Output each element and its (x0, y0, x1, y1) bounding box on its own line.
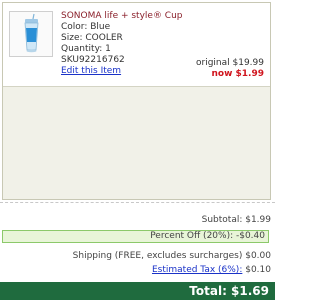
estimated-tax-link[interactable]: Estimated Tax (6%): (152, 265, 242, 275)
total-bar: Total: $1.69 (0, 282, 275, 300)
subtotal-row: Subtotal: $1.99 (201, 215, 271, 225)
edit-item-link[interactable]: Edit this Item (61, 66, 183, 77)
divider (0, 202, 275, 203)
cart-item: SONOMA life + style® Cup Color: Blue Siz… (3, 3, 270, 87)
percent-off-row: Percent Off (20%): -$0.40 (2, 230, 269, 243)
item-size: Size: COOLER (61, 33, 123, 43)
cart-item-panel: SONOMA life + style® Cup Color: Blue Siz… (2, 2, 271, 200)
tumbler-cup-icon[interactable] (9, 11, 53, 57)
shipping-row: Shipping (FREE, excludes surcharges) $0.… (72, 251, 271, 261)
tax-row: Estimated Tax (6%): $0.10 (152, 265, 271, 275)
item-name: SONOMA life + style® Cup (61, 11, 183, 21)
item-color: Color: Blue (61, 22, 111, 32)
tax-value: $0.10 (242, 265, 271, 275)
item-sku: SKU92216762 (61, 55, 125, 65)
item-details: SONOMA life + style® Cup Color: Blue Siz… (61, 11, 183, 77)
sale-price: now $1.99 (211, 69, 264, 79)
item-quantity: Quantity: 1 (61, 44, 111, 54)
original-price: original $19.99 (196, 58, 264, 68)
